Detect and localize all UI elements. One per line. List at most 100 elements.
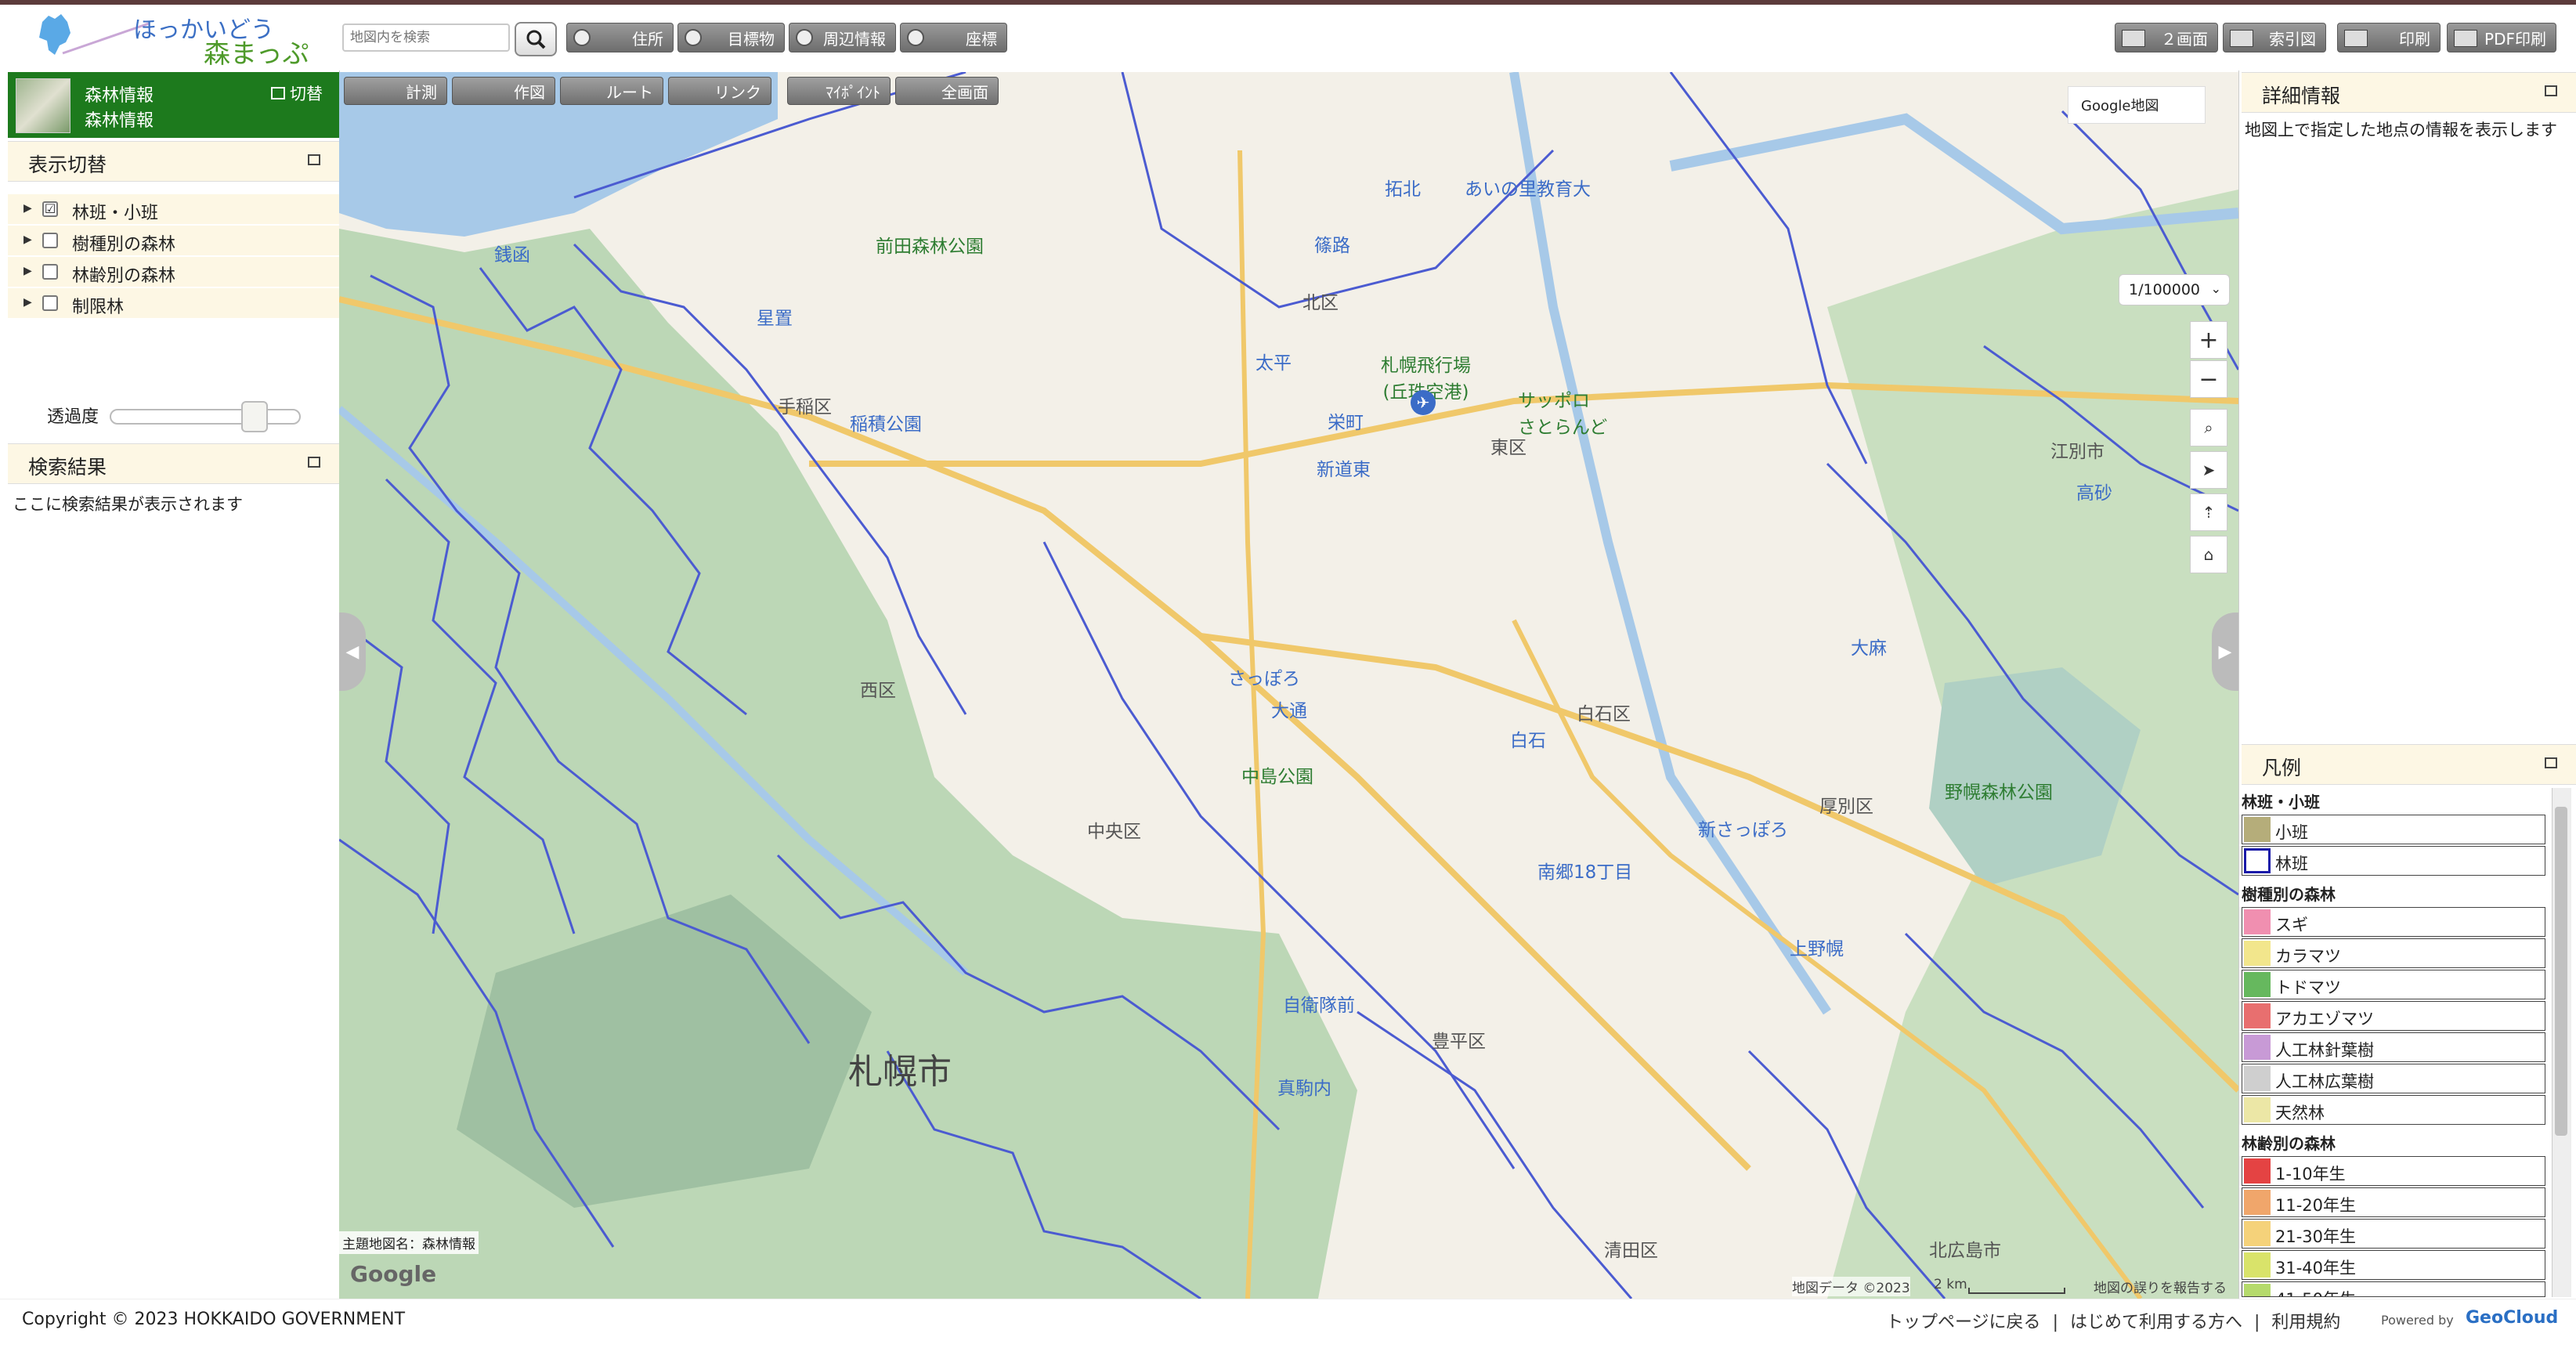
layer-label: 林齢別の森林 — [72, 266, 176, 286]
layer-row[interactable]: ▶ 林齢別の森林 — [8, 257, 339, 287]
map-label-kami-nopporo: 上野幌 — [1790, 939, 1844, 960]
popout-icon[interactable] — [308, 457, 320, 468]
popout-icon[interactable] — [308, 154, 320, 165]
map-label-ainosato: あいの里教育大 — [1465, 179, 1591, 200]
forest-info-thumbnail — [16, 78, 70, 133]
nearby-info-button[interactable]: 周辺情報 — [789, 23, 896, 52]
north-arrow-icon[interactable]: ⇡ — [2190, 493, 2227, 531]
google-map-button[interactable]: Google地図 — [2068, 86, 2206, 124]
chevron-down-icon: ⌄ — [2210, 281, 2221, 296]
scale-bar-label: 2 km — [1934, 1277, 1967, 1292]
map-label-hoshioki: 星置 — [757, 309, 793, 329]
footer-links: トップページに戻る | はじめて利用する方へ | 利用規約 — [1886, 1313, 2341, 1332]
current-location-icon[interactable]: ➤ — [2190, 451, 2227, 489]
dual-screen-button[interactable]: ２画面 — [2115, 23, 2218, 52]
legend-scrollbar[interactable] — [2552, 788, 2571, 1297]
legend-swatch — [2244, 941, 2271, 966]
search-results-title: 検索結果 — [28, 456, 107, 479]
map-canvas[interactable]: 札幌市 北区 東区 西区 中央区 白石区 豊平区 厚別区 清田区 江別市 北広島… — [339, 72, 2238, 1299]
layer-row[interactable]: ▶ 制限林 — [8, 288, 339, 318]
home-icon[interactable]: ⌂ — [2190, 536, 2227, 573]
pdf-print-button[interactable]: PDF印刷 — [2447, 23, 2556, 52]
popout-icon[interactable] — [2545, 757, 2557, 768]
map-label-nakajima-park: 中島公園 — [1241, 767, 1313, 787]
zoom-in-button[interactable]: + — [2190, 321, 2227, 359]
coordinate-search-button[interactable]: 座標 — [900, 23, 1007, 52]
search-button[interactable] — [515, 22, 557, 56]
map-attribution: 地図データ ©2023 — [1792, 1277, 1910, 1296]
zoom-out-button[interactable]: − — [2190, 360, 2227, 398]
map-label-sapporo-station: さっぽろ — [1228, 669, 1300, 689]
legend-swatch — [2244, 1097, 2271, 1122]
legend-swatch — [2244, 1252, 2271, 1278]
google-logo: Google — [350, 1261, 437, 1287]
draw-button[interactable]: 作図 — [452, 77, 555, 105]
terms-link[interactable]: 利用規約 — [2271, 1313, 2340, 1332]
map-label-odori: 大通 — [1271, 701, 1307, 721]
legend-item: 41-50年生 — [2242, 1281, 2545, 1297]
zoom-box-icon[interactable]: ⌕ — [2190, 409, 2227, 446]
legend-header[interactable]: 凡例 — [2242, 744, 2576, 785]
popout-icon[interactable] — [2545, 85, 2557, 96]
layer-checkbox[interactable] — [42, 264, 58, 280]
collapse-right-panel-button[interactable]: ▶ — [2212, 613, 2238, 691]
legend-item: トドマツ — [2242, 970, 2545, 999]
map-label-shin-sapporo: 新さっぽろ — [1698, 820, 1788, 840]
measure-button[interactable]: 計測 — [344, 77, 447, 105]
landmark-search-button[interactable]: 目標物 — [677, 23, 785, 52]
collapse-left-panel-button[interactable]: ◀ — [339, 613, 366, 691]
map-label-nopporo-park: 野幌森林公園 — [1945, 782, 2053, 803]
layer-checkbox[interactable]: ☑ — [42, 201, 58, 217]
map-label-nishi-ku: 西区 — [860, 681, 896, 701]
display-toggle-header[interactable]: 表示切替 — [8, 141, 339, 182]
fullscreen-button[interactable]: 全画面 — [895, 77, 999, 105]
legend-item: 11-20年生 — [2242, 1187, 2545, 1217]
map-label-jieitai-mae: 自衛隊前 — [1283, 996, 1355, 1016]
map-label-teine-ku: 手稲区 — [778, 397, 832, 417]
search-icon — [796, 29, 813, 46]
map-search-input[interactable] — [342, 23, 510, 52]
search-icon — [526, 30, 546, 49]
map-label-zenibako: 銭函 — [494, 245, 530, 266]
address-search-button[interactable]: 住所 — [566, 23, 674, 52]
display-toggle-title: 表示切替 — [28, 154, 107, 176]
layer-row[interactable]: ▶ ☑ 林班・小班 — [8, 194, 339, 224]
legend-swatch — [2244, 1190, 2271, 1215]
my-point-button[interactable]: ﾏｲﾎﾟｲﾝﾄ — [787, 77, 891, 105]
transparency-slider-thumb[interactable] — [241, 401, 268, 432]
route-button[interactable]: ルート — [560, 77, 663, 105]
report-map-error-link[interactable]: 地図の誤りを報告する — [2094, 1277, 2227, 1296]
site-logo[interactable]: ほっかいどう 森まっぷ — [31, 6, 329, 70]
scale-select[interactable]: 1/100000 ⌄ — [2119, 274, 2230, 305]
expand-arrow-icon[interactable]: ▶ — [23, 296, 32, 309]
search-results-header[interactable]: 検索結果 — [8, 443, 339, 484]
detail-info-header[interactable]: 詳細情報 — [2242, 72, 2576, 113]
map-label-toyohira-ku: 豊平区 — [1432, 1032, 1486, 1052]
map-label-kitahiroshima: 北広島市 — [1929, 1241, 2001, 1261]
expand-arrow-icon[interactable]: ▶ — [23, 265, 32, 277]
legend-swatch — [2244, 1284, 2271, 1296]
search-icon — [907, 29, 924, 46]
index-map-button[interactable]: 索引図 — [2223, 23, 2326, 52]
transparency-label: 透過度 — [47, 407, 99, 427]
print-button[interactable]: 印刷 — [2337, 23, 2441, 52]
map-label-atsubetsu-ku: 厚別区 — [1819, 797, 1873, 817]
layer-checkbox[interactable] — [42, 233, 58, 248]
geocloud-logo[interactable]: GeoCloud — [2466, 1308, 2558, 1328]
legend-scrollbar-thumb[interactable] — [2555, 807, 2567, 1136]
map-label-inazumi: 稲積公園 — [850, 414, 922, 435]
transparency-slider-track[interactable] — [110, 409, 301, 425]
switch-icon — [271, 87, 285, 99]
map-label-ebetsu: 江別市 — [2050, 442, 2105, 462]
first-time-link[interactable]: はじめて利用する方へ — [2070, 1313, 2242, 1332]
map-label-makomanai: 真駒内 — [1277, 1079, 1331, 1099]
expand-arrow-icon[interactable]: ▶ — [23, 202, 32, 215]
forest-info-switch-button[interactable]: 切替 — [271, 81, 323, 105]
top-page-link[interactable]: トップページに戻る — [1886, 1313, 2041, 1332]
link-button[interactable]: リンク — [668, 77, 771, 105]
layer-checkbox[interactable] — [42, 295, 58, 311]
expand-arrow-icon[interactable]: ▶ — [23, 233, 32, 246]
map-label-kiyota-ku: 清田区 — [1604, 1241, 1658, 1261]
layer-row[interactable]: ▶ 樹種別の森林 — [8, 226, 339, 255]
map-label-sapporo: 札幌市 — [848, 1052, 952, 1092]
